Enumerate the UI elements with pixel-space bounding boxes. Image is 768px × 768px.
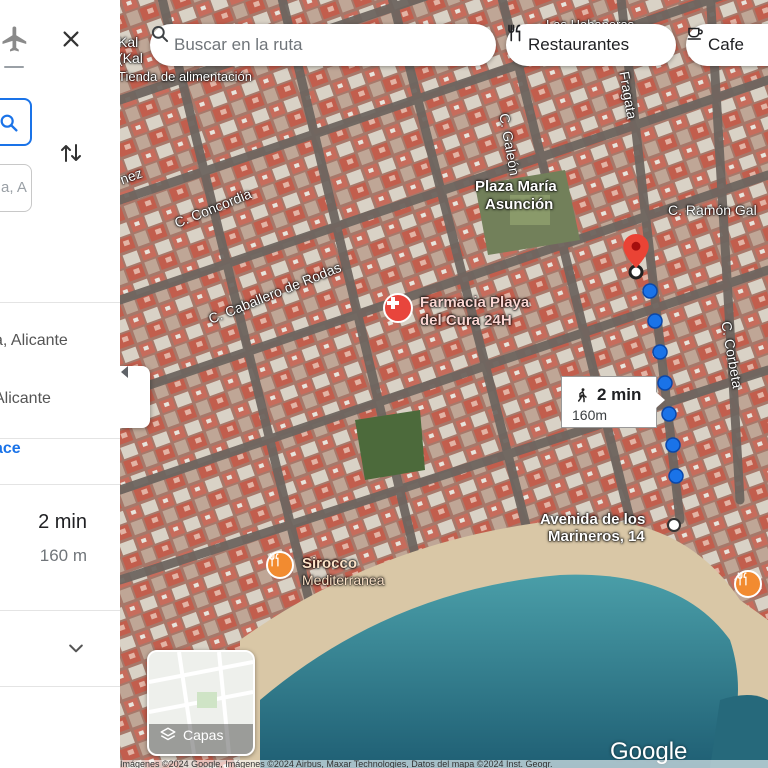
- search-icon: [0, 114, 18, 132]
- directions-panel: a, A a, Alicante Alicante ace 2 min 160 …: [0, 0, 121, 768]
- transit-mode-flight-icon[interactable]: [0, 24, 30, 54]
- divider: [0, 438, 120, 439]
- layers-label: Capas: [183, 727, 224, 743]
- badge-pointer: [656, 392, 665, 408]
- chip-label: Cafe: [708, 35, 744, 54]
- selected-mode-indicator: [4, 66, 24, 68]
- satellite-map[interactable]: Kal (Kal Tienda de alimentación Las Haba…: [120, 0, 768, 768]
- divider: [0, 302, 120, 303]
- chevron-down-icon: [69, 644, 83, 653]
- restaurant-marker[interactable]: [734, 570, 762, 598]
- chevron-left-icon: [121, 366, 128, 378]
- route-badge-duration: 2 min: [597, 385, 642, 404]
- pharmacy-marker[interactable]: [383, 293, 413, 323]
- divider: [0, 610, 120, 611]
- destination-label[interactable]: Avenida de los: [540, 511, 645, 528]
- chip-label: Restaurantes: [528, 35, 630, 54]
- divider: [0, 686, 120, 687]
- walking-icon: [577, 388, 587, 403]
- divider: [0, 484, 120, 485]
- coffee-icon: [687, 27, 703, 40]
- restaurant-label[interactable]: Sirocco: [302, 555, 357, 572]
- route-badge-distance: 160m: [572, 407, 608, 423]
- route-duration: 2 min: [38, 511, 87, 533]
- plaza-label[interactable]: Asunción: [485, 196, 553, 213]
- layers-icon: [160, 727, 176, 741]
- layers-button[interactable]: Capas: [147, 650, 255, 756]
- fork-knife-icon: [269, 553, 279, 567]
- suggestion-item[interactable]: a, Alicante: [0, 332, 68, 350]
- route-time-badge[interactable]: 2 min 160m: [561, 376, 657, 428]
- pharmacy-label[interactable]: Farmacia Playa: [420, 294, 529, 311]
- map-pin-icon[interactable]: [623, 234, 649, 268]
- street-label: C. Ramón Gal: [668, 202, 757, 218]
- expand-route-button[interactable]: [62, 634, 90, 662]
- suggestion-item[interactable]: Alicante: [0, 390, 51, 408]
- fork-knife-icon: [508, 24, 521, 42]
- more-places-link[interactable]: ace: [0, 440, 21, 458]
- destination-input[interactable]: a, A: [0, 164, 32, 212]
- route-search-input[interactable]: Buscar en la ruta: [150, 24, 496, 66]
- collapse-panel-button[interactable]: [120, 366, 150, 428]
- plaza-label[interactable]: Plaza María: [475, 178, 557, 195]
- cafes-chip[interactable]: Cafe: [686, 24, 768, 66]
- swap-directions-button[interactable]: [56, 138, 86, 168]
- close-directions-button[interactable]: [56, 24, 86, 54]
- destination-input-text: a, A: [1, 179, 27, 196]
- map-label: Kal: [120, 34, 139, 50]
- search-placeholder: Buscar en la ruta: [174, 35, 303, 54]
- grocery-label[interactable]: Tienda de alimentación: [120, 68, 252, 85]
- fork-knife-icon: [737, 572, 747, 586]
- map-label: (Kal: [120, 50, 143, 66]
- origin-input[interactable]: [0, 98, 32, 146]
- restaurant-label[interactable]: Mediterranea: [302, 572, 385, 589]
- route-distance: 160 m: [39, 546, 87, 565]
- restaurants-chip[interactable]: Restaurantes: [506, 24, 676, 66]
- close-icon: [63, 31, 79, 47]
- route-option[interactable]: 2 min 160 m: [0, 486, 120, 610]
- pharmacy-icon: [387, 297, 399, 309]
- map-attribution: Imágenes ©2024 Google, Imágenes ©2024 Ai…: [120, 760, 768, 768]
- destination-label[interactable]: Marineros, 14: [548, 528, 645, 545]
- pharmacy-label[interactable]: del Cura 24H: [420, 312, 512, 329]
- search-icon: [151, 25, 169, 43]
- restaurant-marker[interactable]: [266, 551, 294, 579]
- swap-icon: [61, 144, 81, 162]
